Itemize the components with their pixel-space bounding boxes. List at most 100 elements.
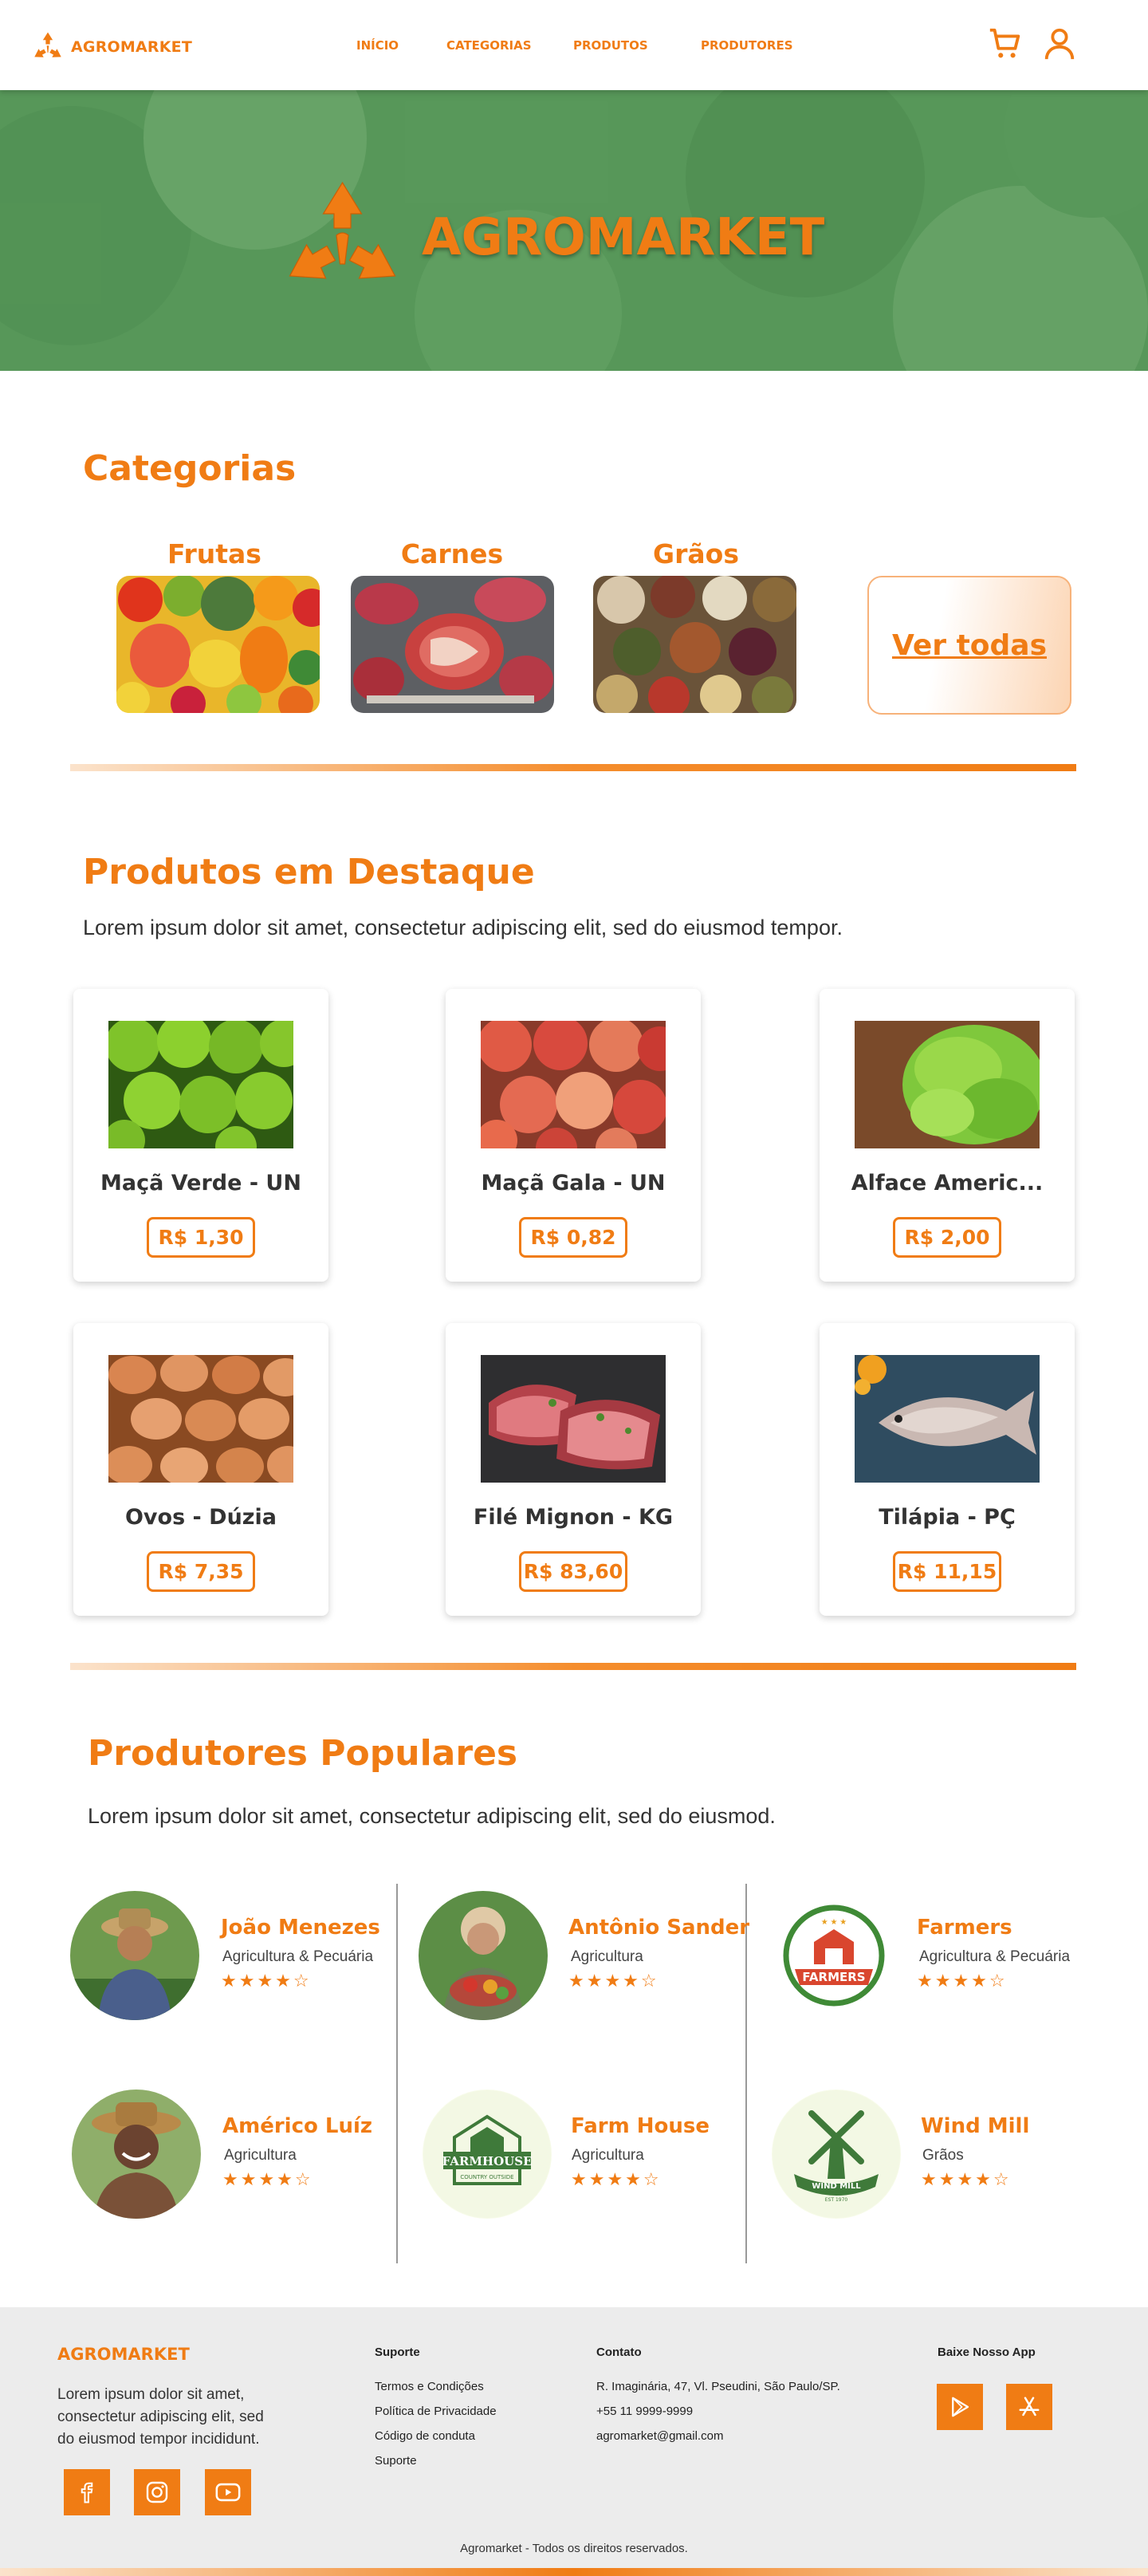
producer-avatar[interactable]: FARMHOUSE COUNTRY OUTSIDE: [423, 2090, 552, 2219]
rating-stars: ★★★★☆: [222, 2169, 313, 2189]
hero-banner: AGROMARKET: [0, 90, 1148, 371]
tilapia-image: [855, 1355, 1040, 1483]
hero-logo: AGROMARKET: [281, 178, 824, 297]
copyright: Agromarket - Todos os direitos reservado…: [460, 2542, 688, 2555]
product-image: [108, 1021, 293, 1148]
youtube-icon[interactable]: [205, 2469, 251, 2515]
nav-link-inicio[interactable]: INÍCIO: [356, 38, 399, 53]
grains-image: [593, 576, 796, 713]
producer-category: Grãos: [922, 2147, 964, 2164]
footer-about-line: Lorem ipsum dolor sit amet,: [57, 2386, 245, 2403]
producers-subtitle: Lorem ipsum dolor sit amet, consectetur …: [88, 1804, 776, 1828]
svg-text:WIND MILL: WIND MILL: [812, 2182, 861, 2191]
producer-avatar[interactable]: [70, 1891, 199, 2020]
product-card[interactable]: Tilápia - PÇ R$ 11,15: [820, 1323, 1075, 1616]
producer-avatar[interactable]: WIND MILL EST 1970: [772, 2090, 901, 2219]
svg-text:FARMERS: FARMERS: [802, 1970, 865, 1984]
product-image: [855, 1355, 1040, 1483]
category-card-graos[interactable]: [593, 576, 796, 713]
producer-name[interactable]: João Menezes: [221, 1916, 380, 1940]
farmer-photo: [70, 1891, 199, 2020]
green-apples-image: [108, 1021, 293, 1148]
play-store-glyph: [952, 2397, 969, 2417]
facebook-glyph: [81, 2482, 93, 2503]
footer-phone[interactable]: +55 11 9999-9999: [596, 2405, 693, 2418]
product-price-button[interactable]: R$ 0,82: [519, 1217, 627, 1258]
product-price-button[interactable]: R$ 2,00: [893, 1217, 1001, 1258]
product-image: [108, 1355, 293, 1483]
product-card[interactable]: Alface Americ... R$ 2,00: [820, 989, 1075, 1282]
producer-avatar[interactable]: [419, 1891, 548, 2020]
product-name: Maçã Gala - UN: [481, 1171, 666, 1195]
category-card-frutas[interactable]: [116, 576, 320, 713]
product-name: Maçã Verde - UN: [100, 1171, 301, 1195]
column-separator: [396, 1884, 398, 2263]
eggs-image: [108, 1355, 293, 1483]
producer-category: Agricultura: [571, 1948, 643, 1965]
section-divider: [70, 1663, 1076, 1670]
instagram-icon[interactable]: [134, 2469, 180, 2515]
rating-stars: ★★★★☆: [921, 2169, 1012, 2189]
featured-subtitle: Lorem ipsum dolor sit amet, consectetur …: [83, 916, 843, 939]
footer-app-title: Baixe Nosso App: [938, 2346, 1036, 2359]
featured-title: Produtos em Destaque: [83, 852, 535, 892]
see-all-categories-button[interactable]: Ver todas: [867, 576, 1071, 715]
producer-category: Agricultura: [224, 2147, 297, 2164]
recycle-logo-icon: [289, 181, 396, 279]
svg-text:EST 1970: EST 1970: [825, 2197, 848, 2203]
svg-text:COUNTRY OUTSIDE: COUNTRY OUTSIDE: [460, 2174, 513, 2180]
footer-address: R. Imaginária, 47, Vl. Pseudini, São Pau…: [596, 2380, 840, 2393]
svg-text:★ ★ ★: ★ ★ ★: [821, 1918, 847, 1927]
footer-link-support[interactable]: Suporte: [375, 2454, 417, 2468]
producer-category: Agricultura: [572, 2147, 644, 2164]
footer-about-line: do eiusmod tempor incididunt.: [57, 2431, 260, 2448]
product-card[interactable]: Filé Mignon - KG R$ 83,60: [446, 1323, 701, 1616]
producer-name[interactable]: Américo Luíz: [222, 2114, 372, 2138]
producer-name[interactable]: Farm House: [571, 2114, 710, 2138]
footer-about: Lorem ipsum dolor sit amet, consectetur …: [57, 2384, 264, 2451]
product-price-button[interactable]: R$ 83,60: [519, 1551, 627, 1592]
farmhouse-logo: FARMHOUSE COUNTRY OUTSIDE: [423, 2090, 551, 2218]
navbar: AGROMARKET INÍCIO CATEGORIAS PRODUTOS PR…: [0, 0, 1148, 90]
filet-mignon-image: [481, 1355, 666, 1483]
nav-logo[interactable]: AGROMARKET: [30, 30, 192, 65]
product-image: [481, 1021, 666, 1148]
app-store-icon[interactable]: [1006, 2384, 1052, 2430]
nav-link-produtores[interactable]: PRODUTORES: [701, 38, 793, 53]
footer-email[interactable]: agromarket@gmail.com: [596, 2429, 723, 2443]
nav-brand: AGROMARKET: [71, 38, 192, 56]
producer-name[interactable]: Farmers: [917, 1916, 1012, 1940]
producer-name[interactable]: Antônio Sander: [568, 1916, 749, 1940]
rating-stars: ★★★★☆: [568, 1971, 659, 1991]
footer-brand: AGROMARKET: [57, 2345, 190, 2364]
gala-apples-image: [481, 1021, 666, 1148]
product-price-button[interactable]: R$ 11,15: [893, 1551, 1001, 1592]
product-price-button[interactable]: R$ 7,35: [147, 1551, 255, 1592]
nav-link-produtos[interactable]: PRODUTOS: [573, 38, 648, 53]
rating-stars: ★★★★☆: [571, 2169, 662, 2189]
play-store-icon[interactable]: [937, 2384, 983, 2430]
footer-link-terms[interactable]: Termos e Condições: [375, 2380, 484, 2393]
cart-icon[interactable]: [987, 26, 1024, 62]
user-icon[interactable]: [1041, 26, 1078, 62]
product-card[interactable]: Maçã Verde - UN R$ 1,30: [73, 989, 328, 1282]
product-card[interactable]: Ovos - Dúzia R$ 7,35: [73, 1323, 328, 1616]
product-price-button[interactable]: R$ 1,30: [147, 1217, 255, 1258]
categories-title: Categorias: [83, 448, 297, 489]
product-card[interactable]: Maçã Gala - UN R$ 0,82: [446, 989, 701, 1282]
footer-contact-title: Contato: [596, 2346, 642, 2359]
producer-category: Agricultura & Pecuária: [222, 1948, 374, 1965]
producer-avatar[interactable]: FARMERS ★ ★ ★: [769, 1891, 898, 2020]
category-card-carnes[interactable]: [351, 576, 554, 713]
footer-link-privacy[interactable]: Política de Privacidade: [375, 2405, 497, 2418]
producer-avatar[interactable]: [72, 2090, 201, 2219]
facebook-icon[interactable]: [64, 2469, 110, 2515]
fruits-image: [116, 576, 320, 713]
svg-text:FARMHOUSE: FARMHOUSE: [442, 2154, 532, 2168]
nav-link-categorias[interactable]: CATEGORIAS: [446, 38, 532, 53]
producer-name[interactable]: Wind Mill: [921, 2114, 1029, 2138]
farmer-photo: [72, 2090, 201, 2219]
footer-link-conduct[interactable]: Código de conduta: [375, 2429, 475, 2443]
see-all-label: Ver todas: [891, 628, 1048, 662]
instagram-glyph: [146, 2481, 168, 2503]
